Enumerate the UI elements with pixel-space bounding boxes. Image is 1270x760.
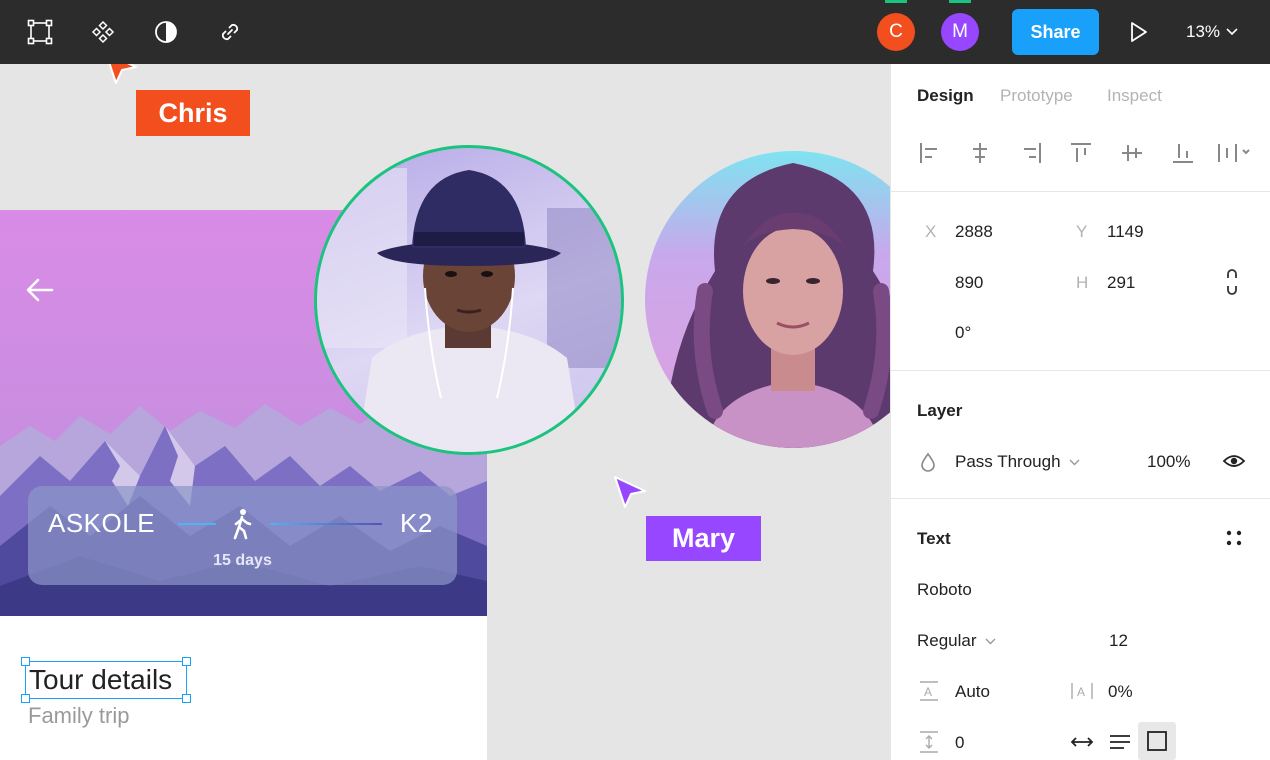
mary-video-feed (665, 163, 890, 448)
tab-design[interactable]: Design (917, 86, 974, 106)
align-right-icon[interactable] (1018, 140, 1044, 166)
chevron-down-icon (985, 638, 996, 644)
paragraph-spacing-field[interactable]: 0 (955, 733, 964, 753)
selected-text-layer[interactable]: Tour details (21, 657, 191, 703)
back-arrow-icon[interactable] (24, 276, 56, 304)
distribute-icon[interactable] (1216, 140, 1254, 166)
rotation-field[interactable]: 0° (955, 323, 971, 343)
align-left-icon[interactable] (917, 140, 943, 166)
blend-mode-dropdown[interactable]: Pass Through (955, 452, 1080, 472)
toolbar: C M Share 13% (0, 0, 1270, 64)
divider (891, 498, 1270, 499)
zoom-level: 13% (1186, 22, 1221, 41)
cursor-chris-icon (108, 64, 137, 84)
canvas[interactable]: ASKOLE K2 15 days Tour details Family tr… (0, 64, 890, 760)
align-horizontal-center-icon[interactable] (967, 140, 993, 166)
y-field[interactable]: 1149 (1107, 222, 1144, 242)
eye-icon[interactable] (1222, 449, 1246, 473)
resize-handle[interactable] (21, 694, 30, 703)
opacity-field[interactable]: 100% (1147, 452, 1190, 472)
route-duration: 15 days (213, 552, 272, 569)
resize-handle[interactable] (182, 657, 191, 666)
font-size-field[interactable]: 12 (1109, 631, 1128, 651)
divider (891, 370, 1270, 371)
cursor-mary-icon (614, 476, 646, 508)
line-height-field[interactable]: Auto (955, 682, 990, 702)
frame-tool-icon[interactable] (22, 14, 58, 50)
text-align-left-icon[interactable] (1108, 730, 1132, 754)
route-line (178, 523, 216, 525)
collaborator-avatar-c[interactable]: C (877, 13, 915, 51)
letter-spacing-icon: A (1071, 683, 1093, 699)
align-vertical-center-icon[interactable] (1119, 140, 1145, 166)
collaborator-avatar-m[interactable]: M (941, 13, 979, 51)
text-section-title: Text (917, 529, 951, 548)
properties-panel: Design Prototype Inspect X 2888 Y 1149 8… (890, 64, 1270, 760)
resize-handle[interactable] (21, 657, 30, 666)
blend-mode-value: Pass Through (955, 452, 1061, 471)
tour-subtitle: Family trip (28, 703, 130, 728)
resize-handle[interactable] (182, 694, 191, 703)
cursor-label-chris: Chris (136, 90, 250, 136)
route-origin: ASKOLE (48, 508, 156, 538)
font-family-field[interactable]: Roboto (917, 580, 972, 600)
align-top-icon[interactable] (1068, 140, 1094, 166)
cursor-label-mary: Mary (646, 516, 761, 561)
x-label: X (925, 222, 937, 241)
constrain-proportions-icon[interactable] (1222, 268, 1242, 296)
chevron-down-icon (1069, 459, 1080, 465)
fixed-size-icon (1147, 731, 1167, 751)
route-line (270, 523, 382, 525)
svg-text:A: A (924, 685, 932, 699)
svg-text:A: A (1077, 685, 1085, 699)
font-weight-dropdown[interactable]: Regular (917, 631, 996, 651)
paragraph-spacing-icon (920, 731, 938, 753)
link-icon[interactable] (212, 14, 248, 50)
walking-icon (233, 509, 252, 540)
presence-indicator (949, 0, 971, 3)
x-field[interactable]: 2888 (955, 222, 993, 242)
h-label: H (1076, 273, 1089, 292)
layer-section-title: Layer (917, 401, 963, 420)
tab-inspect[interactable]: Inspect (1107, 86, 1162, 106)
letter-spacing-field[interactable]: 0% (1108, 682, 1133, 702)
blend-drop-icon (921, 452, 935, 472)
tour-title: Tour details (29, 664, 173, 695)
chevron-down-icon (1226, 28, 1238, 36)
width-field[interactable]: 890 (955, 273, 983, 293)
play-icon[interactable] (1124, 18, 1152, 46)
height-field[interactable]: 291 (1107, 273, 1135, 293)
component-icon[interactable] (85, 14, 121, 50)
divider (891, 191, 1270, 192)
video-bubble-mary[interactable] (645, 151, 890, 448)
chris-video-feed (317, 168, 621, 452)
video-bubble-chris[interactable] (314, 145, 624, 455)
zoom-dropdown[interactable]: 13% (1186, 20, 1238, 44)
line-height-icon: A (920, 681, 938, 701)
route-destination: K2 (400, 508, 433, 538)
resize-horizontal-icon[interactable] (1069, 731, 1095, 753)
font-weight-value: Regular (917, 631, 977, 650)
tab-prototype[interactable]: Prototype (1000, 86, 1073, 106)
y-label: Y (1076, 222, 1088, 241)
fixed-size-toggle[interactable] (1138, 722, 1176, 760)
presence-indicator (885, 0, 907, 3)
align-bottom-icon[interactable] (1170, 140, 1196, 166)
route-card[interactable]: ASKOLE K2 15 days (28, 486, 457, 585)
share-button[interactable]: Share (1012, 9, 1099, 55)
contrast-icon[interactable] (148, 14, 184, 50)
text-styles-grid-icon[interactable] (1224, 528, 1244, 548)
